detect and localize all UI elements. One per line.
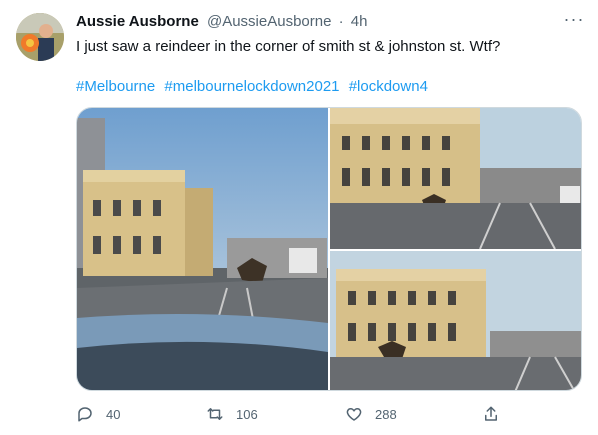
hashtag-link[interactable]: #melbournelockdown2021 bbox=[164, 78, 339, 95]
photo-2[interactable] bbox=[330, 108, 581, 249]
reply-icon bbox=[78, 407, 92, 422]
media-grid bbox=[76, 107, 582, 391]
like-button[interactable]: 288 bbox=[345, 403, 397, 425]
retweet-count: 106 bbox=[236, 406, 258, 422]
retweet-button[interactable]: 106 bbox=[206, 403, 258, 425]
photo-3[interactable] bbox=[330, 251, 581, 390]
author-name[interactable]: Aussie Ausborne bbox=[76, 13, 199, 30]
share-button[interactable] bbox=[482, 403, 512, 425]
action-bar: 40 106 288 bbox=[0, 403, 598, 425]
more-options-button[interactable]: ··· bbox=[562, 10, 586, 34]
author-handle[interactable]: @AussieAusborne bbox=[207, 13, 331, 30]
tweet-header: Aussie Ausborne @AussieAusborne · 4h bbox=[76, 12, 367, 32]
hashtag-list: #Melbourne #melbournelockdown2021 #lockd… bbox=[76, 77, 433, 97]
heart-icon bbox=[346, 408, 362, 421]
meta-separator: · bbox=[338, 13, 344, 30]
hashtag-link[interactable]: #lockdown4 bbox=[349, 78, 428, 95]
tweet[interactable]: Aussie Ausborne @AussieAusborne · 4h ···… bbox=[0, 0, 598, 435]
reply-count: 40 bbox=[106, 406, 121, 422]
like-count: 288 bbox=[375, 406, 397, 422]
hashtag-link[interactable]: #Melbourne bbox=[76, 78, 155, 95]
photo-1[interactable] bbox=[77, 108, 328, 390]
timestamp[interactable]: 4h bbox=[351, 13, 368, 30]
avatar[interactable] bbox=[16, 13, 64, 61]
avatar-image bbox=[16, 13, 64, 61]
more-icon: ··· bbox=[563, 9, 585, 29]
share-icon bbox=[485, 406, 497, 421]
retweet-icon bbox=[207, 408, 223, 420]
reply-button[interactable]: 40 bbox=[76, 403, 120, 425]
tweet-text: I just saw a reindeer in the corner of s… bbox=[76, 38, 501, 55]
